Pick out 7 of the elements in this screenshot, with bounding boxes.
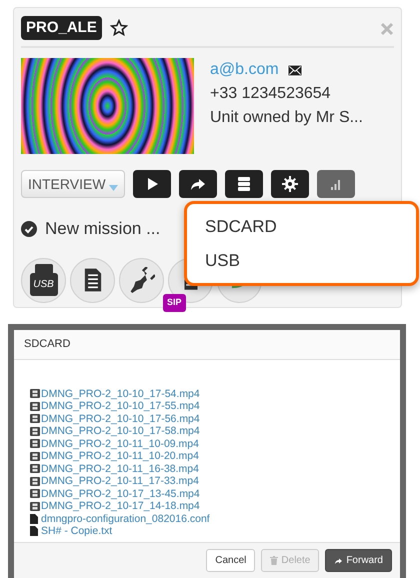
usb-label: USB <box>33 278 54 292</box>
unit-name-badge: PRO_ALE <box>21 16 102 40</box>
mission-status-text: New mission ... <box>45 218 160 240</box>
dialog-title: SDCARD <box>14 330 400 360</box>
sip-badge: SIP <box>163 294 186 312</box>
owner-text: Unit owned by Mr S... <box>210 108 363 128</box>
phone-number: +33 1234523654 <box>210 84 332 104</box>
